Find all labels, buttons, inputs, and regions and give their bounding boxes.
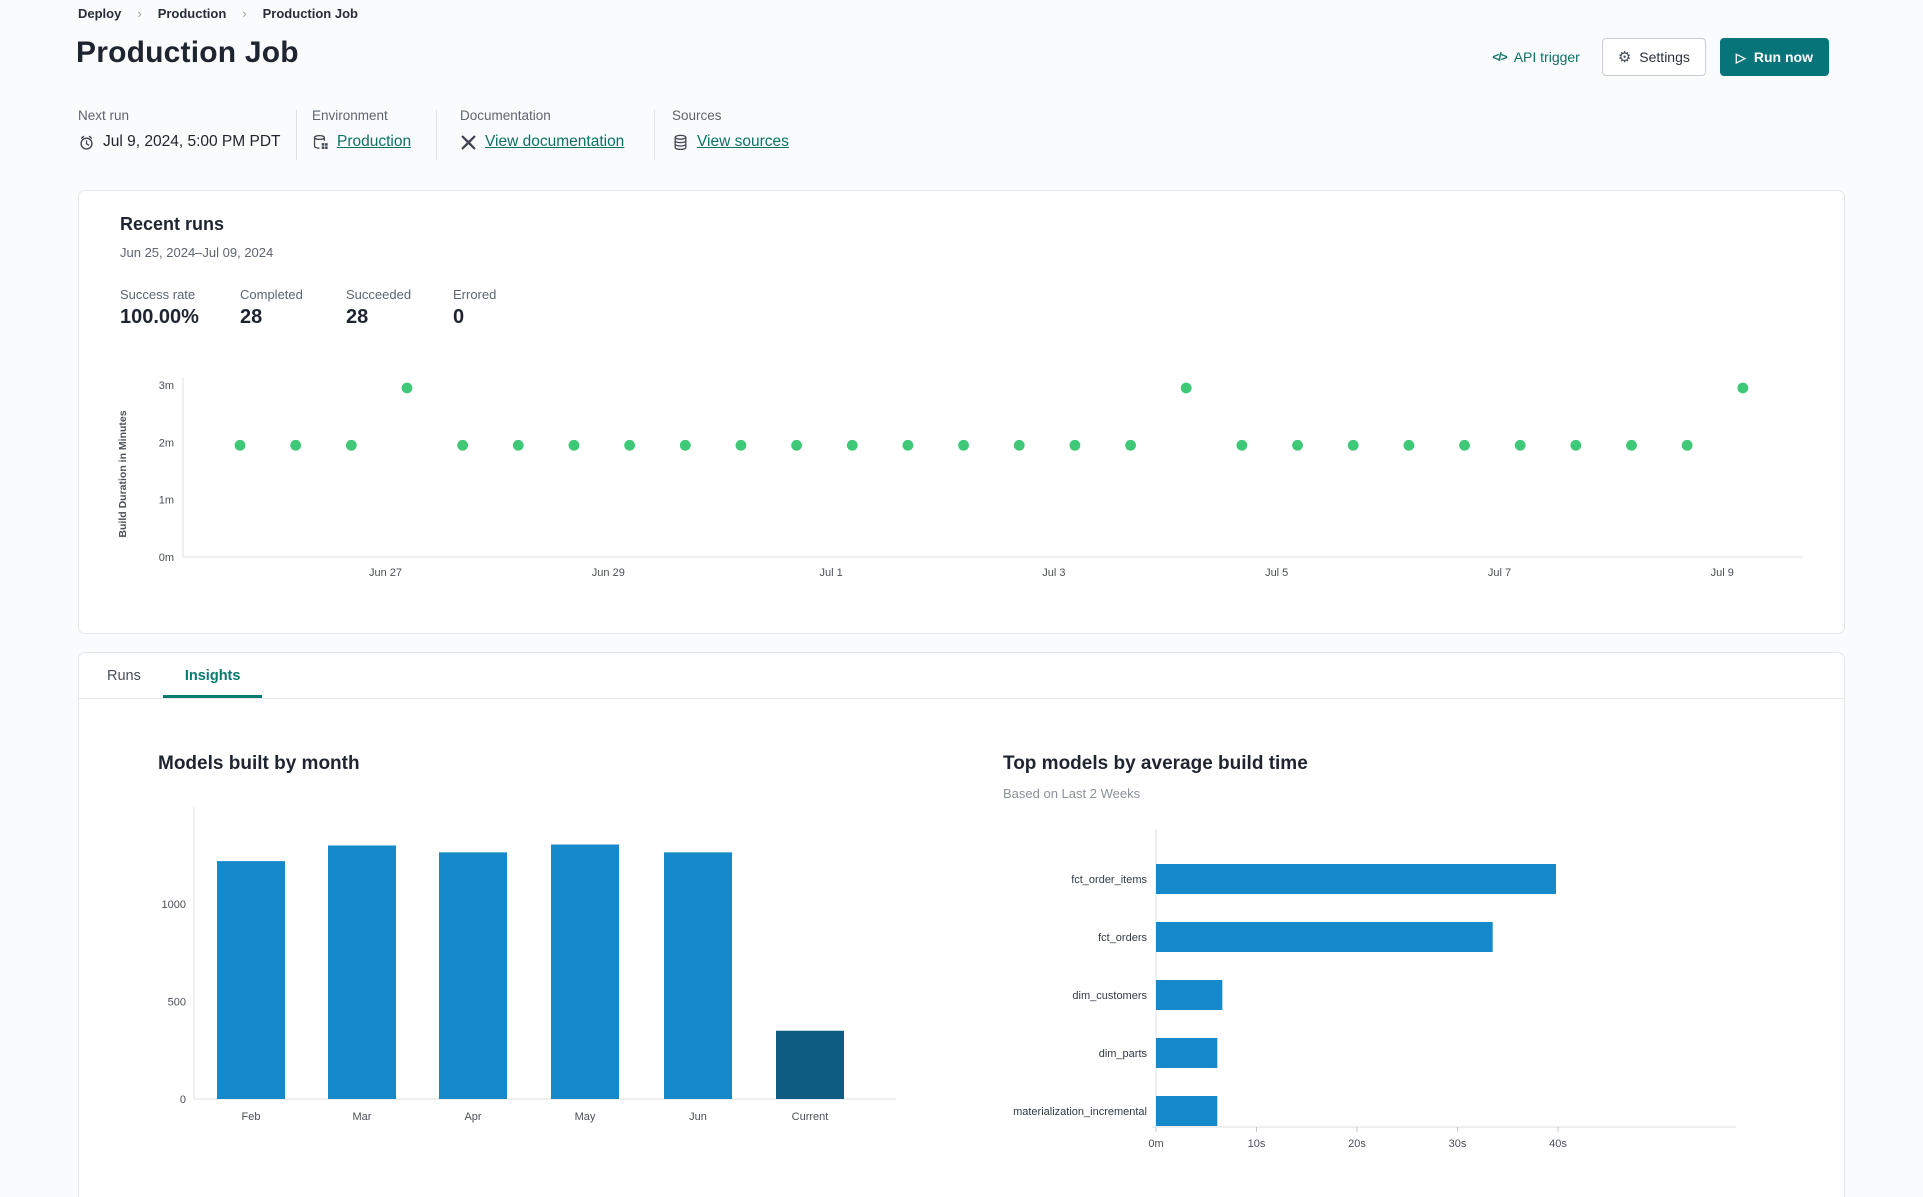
stat-label: Succeeded	[346, 287, 412, 302]
meta-environment: Environment Production	[312, 108, 411, 151]
meta-next-run: Next run Jul 9, 2024, 5:00 PM PDT	[78, 108, 280, 151]
build-duration-scatter-chart: 0m 1m 2m 3m Build Duration in Minutes Jun 27 J…	[117, 378, 1802, 579]
svg-text:Mar: Mar	[353, 1111, 372, 1123]
play-icon: ▷	[1735, 49, 1746, 65]
svg-text:2m: 2m	[159, 437, 174, 449]
svg-text:20s: 20s	[1348, 1138, 1366, 1150]
stat-success-rate: Success rate 100.00%	[120, 287, 199, 329]
svg-text:Jun 29: Jun 29	[592, 567, 625, 579]
page-title: Production Job	[76, 36, 299, 69]
api-trigger-link[interactable]: </> API trigger	[1492, 49, 1580, 65]
meta-documentation: Documentation View documentation	[460, 108, 624, 151]
svg-text:1m: 1m	[159, 495, 174, 507]
breadcrumb-item-current: Production Job	[262, 6, 358, 21]
svg-text:3m: 3m	[159, 380, 174, 392]
meta-label: Environment	[312, 108, 388, 123]
top-models-by-build-time-chart: 0m 10s 20s 30s 40s fct_order_items fct_ordersd…	[1013, 829, 1736, 1150]
svg-text:May: May	[575, 1111, 596, 1123]
svg-text:dim_customers: dim_customers	[1072, 990, 1147, 1002]
view-sources-link[interactable]: View sources	[697, 133, 789, 151]
svg-text:fct_order_items: fct_order_items	[1071, 874, 1147, 886]
alarm-clock-icon	[80, 135, 93, 150]
meta-label: Sources	[672, 108, 722, 123]
stat-label: Errored	[453, 287, 497, 302]
stat-label: Success rate	[120, 287, 196, 302]
stat-value: 100.00%	[120, 306, 199, 328]
svg-text:Jul 1: Jul 1	[819, 567, 842, 579]
stat-value: 28	[346, 306, 369, 328]
svg-text:dim_parts: dim_parts	[1099, 1048, 1148, 1060]
svg-text:fct_orders: fct_orders	[1098, 932, 1147, 944]
svg-text:materialization_incremental: materialization_incremental	[1013, 1106, 1147, 1118]
next-run-value: Jul 9, 2024, 5:00 PM PDT	[103, 133, 281, 150]
meta-sources: Sources View sources	[672, 108, 789, 151]
tab-runs[interactable]: Runs	[85, 653, 163, 698]
settings-label: Settings	[1639, 49, 1690, 65]
divider	[654, 110, 655, 160]
run-now-label: Run now	[1753, 49, 1813, 65]
svg-text:0m: 0m	[159, 552, 174, 564]
view-documentation-link[interactable]: View documentation	[485, 133, 624, 151]
breadcrumb: Deploy › Production › Production Job	[78, 6, 358, 21]
svg-text:Jul 7: Jul 7	[1488, 567, 1511, 579]
header-actions: </> API trigger ⚙ Settings ▷ Run now	[1492, 38, 1829, 76]
svg-text:0m: 0m	[1148, 1138, 1163, 1150]
svg-text:Feb: Feb	[242, 1111, 261, 1123]
svg-text:500: 500	[168, 997, 186, 1009]
breadcrumb-item-production[interactable]: Production	[158, 6, 227, 21]
tab-bar: Runs Insights	[79, 653, 1844, 699]
insights-card: Runs Insights Models built by month 0 500…	[78, 652, 1845, 1197]
svg-text:1000: 1000	[162, 899, 186, 911]
divider	[436, 110, 437, 160]
chevron-right-icon: ›	[242, 6, 247, 21]
top-models-chart-subtitle: Based on Last 2 Weeks	[1003, 786, 1141, 801]
environment-link[interactable]: Production	[337, 133, 411, 151]
environment-database-icon	[313, 134, 328, 149]
stat-value: 0	[453, 306, 465, 328]
stat-label: Completed	[240, 287, 303, 302]
meta-label: Next run	[78, 108, 130, 123]
database-icon	[674, 134, 687, 150]
svg-text:40s: 40s	[1549, 1138, 1567, 1150]
svg-text:Build Duration in Minutes: Build Duration in Minutes	[117, 410, 129, 537]
divider	[296, 110, 297, 160]
production-job-page: Deploy › Production › Production Job Pro…	[0, 0, 1923, 1197]
svg-text:30s: 30s	[1449, 1138, 1467, 1150]
svg-text:Jul 5: Jul 5	[1265, 567, 1288, 579]
tab-insights[interactable]: Insights	[163, 653, 263, 698]
models-built-chart-title: Models built by month	[158, 753, 360, 774]
svg-text:Apr: Apr	[464, 1111, 481, 1123]
svg-text:Jun: Jun	[689, 1111, 707, 1123]
stat-completed: Completed 28	[240, 287, 303, 329]
models-built-by-month-chart: 0 500 1000 Feb Mar Apr May Jun Current	[162, 807, 896, 1123]
stat-succeeded: Succeeded 28	[346, 287, 411, 329]
recent-runs-title: Recent runs	[120, 214, 225, 234]
dbt-docs-icon	[461, 134, 476, 150]
recent-runs-card: Recent runs Jun 25, 2024–Jul 09, 2024 Su…	[78, 190, 1845, 634]
svg-text:0: 0	[180, 1094, 186, 1106]
meta-label: Documentation	[460, 108, 551, 123]
svg-text:Current: Current	[792, 1111, 829, 1123]
stat-errored: Errored 0	[453, 287, 496, 329]
svg-text:Jul 3: Jul 3	[1042, 567, 1065, 579]
api-trigger-label: API trigger	[1513, 49, 1580, 65]
settings-button[interactable]: ⚙ Settings	[1601, 38, 1706, 76]
stat-value: 28	[240, 306, 263, 328]
code-icon: </>	[1492, 50, 1507, 64]
breadcrumb-item-deploy[interactable]: Deploy	[78, 6, 121, 21]
svg-text:Jul 9: Jul 9	[1711, 567, 1734, 579]
svg-text:Jun 27: Jun 27	[369, 567, 402, 579]
gear-icon: ⚙	[1617, 48, 1632, 66]
run-now-button[interactable]: ▷ Run now	[1719, 38, 1829, 76]
recent-runs-date-range: Jun 25, 2024–Jul 09, 2024	[120, 245, 274, 260]
chevron-right-icon: ›	[137, 6, 142, 21]
svg-text:10s: 10s	[1248, 1138, 1266, 1150]
top-models-chart-title: Top models by average build time	[1003, 753, 1308, 774]
